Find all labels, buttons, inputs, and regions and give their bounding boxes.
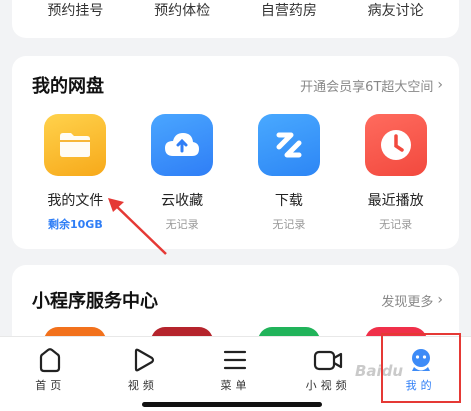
netdisk-item-download[interactable]: 下载 无记录: [244, 114, 334, 232]
discover-more-link[interactable]: 发现更多 ›: [381, 291, 443, 310]
top-services-card: 预约挂号 预约体检 自营药房 病友讨论: [12, 0, 459, 38]
play-icon: [134, 348, 154, 372]
chevron-right-icon: ›: [437, 292, 443, 308]
service-discussion[interactable]: 病友讨论: [356, 0, 436, 20]
service-checkup[interactable]: 预约体检: [142, 0, 222, 20]
nav-menu-label: 菜单: [220, 379, 251, 392]
nav-home[interactable]: 首页: [5, 337, 95, 411]
netdisk-item-label: 下载: [274, 193, 303, 209]
annotation-arrow: [108, 198, 167, 255]
folder-icon: [44, 114, 107, 176]
storage-remaining: 剩余10GB: [48, 218, 103, 231]
discover-more-text: 发现更多: [381, 294, 434, 310]
netdisk-card: 我的网盘 开通会员享6T超大空间 › 我的文件 剩余10GB 云收藏 无记录 下…: [12, 56, 459, 249]
annotation-highlight-box: [381, 333, 461, 403]
menu-icon: [224, 350, 247, 370]
service-pharmacy[interactable]: 自营药房: [249, 0, 329, 20]
nav-video-label: 视频: [127, 379, 158, 392]
netdisk-header: 我的网盘 开通会员享6T超大空间 ›: [32, 72, 443, 98]
top-services-row: 预约挂号 预约体检 自营药房 病友讨论: [12, 0, 459, 20]
netdisk-item-recent-play[interactable]: 最近播放 无记录: [351, 114, 441, 232]
home-indicator: [142, 402, 322, 407]
service-appointment[interactable]: 预约挂号: [35, 0, 115, 20]
camera-icon: [313, 350, 343, 371]
nav-menu[interactable]: 菜单: [190, 337, 280, 411]
nav-video[interactable]: 视频: [98, 337, 188, 411]
cloud-upload-icon: [151, 114, 214, 176]
netdisk-promo-text: 开通会员享6T超大空间: [300, 79, 434, 95]
netdisk-grid: 我的文件 剩余10GB 云收藏 无记录 下载 无记录 最近播放 无记录: [12, 114, 459, 232]
netdisk-title: 我的网盘: [32, 76, 104, 97]
chevron-right-icon: ›: [437, 77, 443, 93]
netdisk-item-label: 我的文件: [47, 193, 104, 209]
home-icon: [40, 348, 61, 373]
netdisk-item-status: 无记录: [379, 218, 413, 231]
mini-program-title: 小程序服务中心: [32, 291, 158, 312]
nav-short-video-label: 小视频: [305, 379, 351, 392]
netdisk-item-status: 无记录: [272, 218, 306, 231]
netdisk-item-label: 最近播放: [367, 193, 424, 209]
mini-program-header: 小程序服务中心 发现更多 ›: [32, 287, 443, 313]
netdisk-promo-link[interactable]: 开通会员享6T超大空间 ›: [300, 76, 443, 95]
clock-icon: [364, 114, 427, 176]
download-icon: [257, 114, 320, 176]
nav-home-label: 首页: [35, 379, 66, 392]
